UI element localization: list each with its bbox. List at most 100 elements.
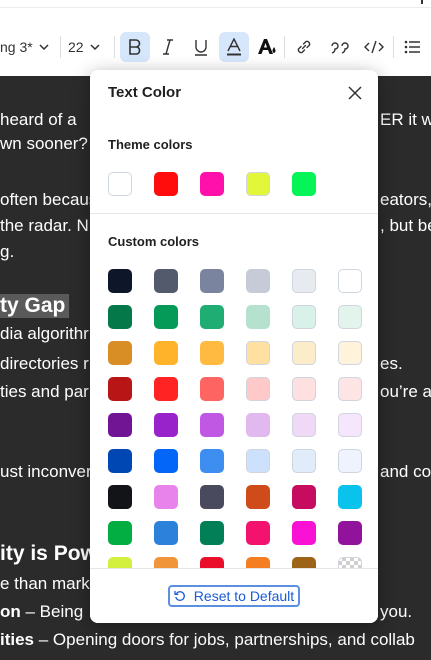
color-swatch[interactable] [292, 341, 316, 365]
color-swatch[interactable] [108, 269, 132, 293]
bullet-list-button[interactable] [397, 32, 427, 62]
color-swatch[interactable] [246, 269, 270, 293]
color-swatch[interactable] [154, 341, 178, 365]
color-swatch[interactable] [292, 377, 316, 401]
color-swatch[interactable] [246, 377, 270, 401]
color-swatch[interactable] [338, 485, 362, 509]
font-size-select[interactable]: 22 [68, 32, 112, 62]
quote-button[interactable] [326, 32, 356, 62]
color-swatch[interactable] [246, 413, 270, 437]
color-swatch[interactable] [292, 449, 316, 473]
doc-line: often becaus [0, 190, 98, 209]
doc-line-tail: ou’re a [380, 382, 431, 401]
color-swatch[interactable] [154, 305, 178, 329]
font-size-value: 22 [68, 39, 84, 55]
text-style-select[interactable]: ng 3* [0, 32, 56, 62]
color-swatch[interactable] [292, 305, 316, 329]
color-swatch[interactable] [108, 521, 132, 545]
reset-label: Reset to Default [193, 588, 295, 604]
color-swatch[interactable] [154, 413, 178, 437]
text-color-button[interactable] [219, 32, 249, 62]
doc-line: dia algorithr [0, 324, 89, 343]
doc-line: wn sooner? [0, 134, 88, 153]
close-icon [348, 86, 362, 100]
color-swatch[interactable] [200, 449, 224, 473]
doc-line-tail: , but be [380, 216, 431, 235]
code-button[interactable] [359, 32, 389, 62]
popup-footer: Reset to Default [90, 569, 378, 623]
color-swatch[interactable] [154, 449, 178, 473]
color-swatch[interactable] [200, 305, 224, 329]
bold-icon [129, 39, 141, 55]
theme-colors-title: Theme colors [108, 137, 193, 152]
menu-edge-icon [421, 0, 423, 4]
color-swatch[interactable] [246, 305, 270, 329]
color-swatch[interactable] [292, 172, 316, 196]
color-swatch[interactable] [108, 377, 132, 401]
doc-heading: ity is Pow [0, 542, 97, 565]
toolbar-divider [114, 36, 115, 58]
color-swatch[interactable] [200, 269, 224, 293]
color-swatch[interactable] [200, 485, 224, 509]
color-swatch[interactable] [338, 341, 362, 365]
color-swatch[interactable] [338, 449, 362, 473]
doc-bold-text: ities [0, 630, 35, 649]
doc-line-tail: ER it wa [380, 110, 431, 129]
doc-line-tail: and co [380, 462, 431, 481]
color-swatch[interactable] [246, 449, 270, 473]
toolbar-top-edge [0, 0, 431, 8]
color-swatch[interactable] [154, 377, 178, 401]
chevron-down-icon [39, 44, 49, 50]
doc-text: – Being [20, 602, 84, 621]
highlight-color-button[interactable] [252, 32, 282, 62]
color-swatch[interactable] [338, 305, 362, 329]
color-swatch[interactable] [108, 341, 132, 365]
color-swatch[interactable] [338, 521, 362, 545]
color-swatch[interactable] [108, 305, 132, 329]
toolbar-divider [284, 36, 285, 58]
color-swatch[interactable] [108, 413, 132, 437]
color-swatch[interactable] [200, 413, 224, 437]
chevron-down-icon [90, 44, 100, 50]
color-swatch[interactable] [246, 485, 270, 509]
color-swatch[interactable] [154, 172, 178, 196]
doc-line: heard of a [0, 110, 77, 129]
close-button[interactable] [346, 84, 364, 102]
color-swatch[interactable] [246, 172, 270, 196]
toolbar-divider [60, 36, 61, 58]
popup-title: Text Color [108, 84, 182, 101]
color-swatch[interactable] [292, 269, 316, 293]
color-swatch[interactable] [200, 172, 224, 196]
bold-button[interactable] [120, 32, 150, 62]
color-swatch[interactable] [338, 377, 362, 401]
doc-line: the radar. N [0, 216, 89, 235]
color-swatch[interactable] [292, 413, 316, 437]
bullet-list-icon [404, 40, 420, 54]
color-swatch[interactable] [154, 485, 178, 509]
color-swatch[interactable] [108, 172, 132, 196]
italic-icon [163, 39, 173, 55]
color-swatch[interactable] [108, 449, 132, 473]
color-swatch[interactable] [246, 341, 270, 365]
link-icon [297, 40, 311, 54]
color-swatch[interactable] [200, 341, 224, 365]
color-swatch[interactable] [292, 485, 316, 509]
italic-button[interactable] [153, 32, 183, 62]
text-style-value: ng 3* [0, 39, 33, 55]
reset-icon [174, 590, 186, 602]
color-swatch[interactable] [246, 521, 270, 545]
color-swatch[interactable] [338, 269, 362, 293]
underline-button[interactable] [186, 32, 216, 62]
doc-line: ust inconver [0, 462, 92, 481]
color-swatch[interactable] [200, 521, 224, 545]
toolbar-divider [393, 36, 394, 58]
link-button[interactable] [289, 32, 319, 62]
color-swatch[interactable] [108, 485, 132, 509]
color-swatch[interactable] [338, 413, 362, 437]
color-swatch[interactable] [200, 377, 224, 401]
doc-line: on – Being [0, 602, 83, 622]
color-swatch[interactable] [292, 521, 316, 545]
reset-to-default-button[interactable]: Reset to Default [168, 585, 300, 607]
color-swatch[interactable] [154, 269, 178, 293]
color-swatch[interactable] [154, 521, 178, 545]
